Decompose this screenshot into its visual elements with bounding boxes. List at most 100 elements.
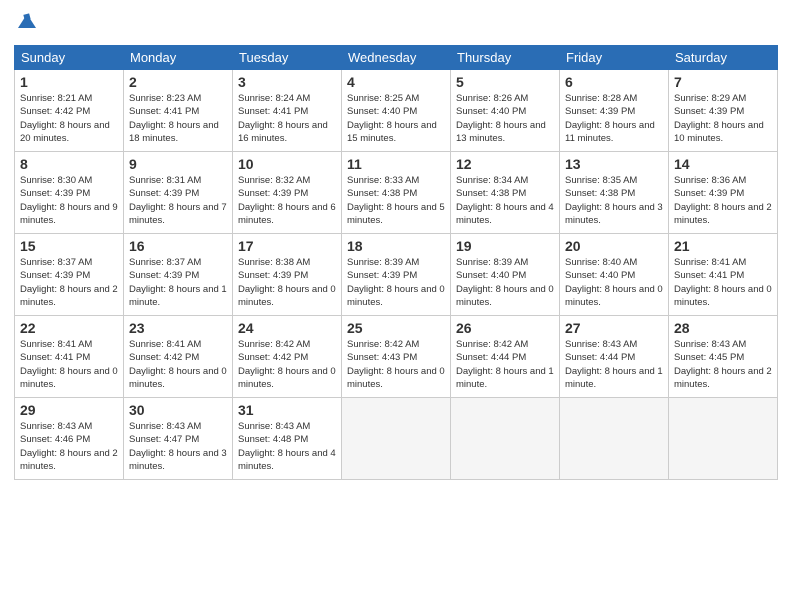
day-number: 17 [238, 238, 336, 254]
day-number: 25 [347, 320, 445, 336]
day-info: Sunrise: 8:42 AM Sunset: 4:43 PM Dayligh… [347, 338, 445, 391]
calendar-cell: 14 Sunrise: 8:36 AM Sunset: 4:39 PM Dayl… [669, 152, 778, 234]
calendar-week-3: 15 Sunrise: 8:37 AM Sunset: 4:39 PM Dayl… [15, 234, 778, 316]
day-info: Sunrise: 8:41 AM Sunset: 4:41 PM Dayligh… [20, 338, 118, 391]
calendar-week-2: 8 Sunrise: 8:30 AM Sunset: 4:39 PM Dayli… [15, 152, 778, 234]
calendar-cell: 4 Sunrise: 8:25 AM Sunset: 4:40 PM Dayli… [342, 70, 451, 152]
day-info: Sunrise: 8:30 AM Sunset: 4:39 PM Dayligh… [20, 174, 118, 227]
page: SundayMondayTuesdayWednesdayThursdayFrid… [0, 0, 792, 612]
calendar-cell [560, 398, 669, 480]
calendar-cell: 31 Sunrise: 8:43 AM Sunset: 4:48 PM Dayl… [233, 398, 342, 480]
day-info: Sunrise: 8:35 AM Sunset: 4:38 PM Dayligh… [565, 174, 663, 227]
day-number: 16 [129, 238, 227, 254]
day-info: Sunrise: 8:32 AM Sunset: 4:39 PM Dayligh… [238, 174, 336, 227]
calendar-cell: 6 Sunrise: 8:28 AM Sunset: 4:39 PM Dayli… [560, 70, 669, 152]
day-number: 18 [347, 238, 445, 254]
logo-text [14, 10, 38, 37]
calendar-cell [669, 398, 778, 480]
calendar-cell: 11 Sunrise: 8:33 AM Sunset: 4:38 PM Dayl… [342, 152, 451, 234]
calendar-week-5: 29 Sunrise: 8:43 AM Sunset: 4:46 PM Dayl… [15, 398, 778, 480]
calendar-cell: 28 Sunrise: 8:43 AM Sunset: 4:45 PM Dayl… [669, 316, 778, 398]
calendar-cell: 30 Sunrise: 8:43 AM Sunset: 4:47 PM Dayl… [124, 398, 233, 480]
day-number: 28 [674, 320, 772, 336]
day-number: 29 [20, 402, 118, 418]
day-number: 30 [129, 402, 227, 418]
calendar-cell: 16 Sunrise: 8:37 AM Sunset: 4:39 PM Dayl… [124, 234, 233, 316]
day-header-friday: Friday [560, 46, 669, 70]
calendar-cell: 25 Sunrise: 8:42 AM Sunset: 4:43 PM Dayl… [342, 316, 451, 398]
day-number: 2 [129, 74, 227, 90]
day-number: 23 [129, 320, 227, 336]
day-info: Sunrise: 8:39 AM Sunset: 4:39 PM Dayligh… [347, 256, 445, 309]
day-number: 1 [20, 74, 118, 90]
calendar-body: 1 Sunrise: 8:21 AM Sunset: 4:42 PM Dayli… [15, 70, 778, 480]
day-info: Sunrise: 8:43 AM Sunset: 4:44 PM Dayligh… [565, 338, 663, 391]
calendar-cell: 10 Sunrise: 8:32 AM Sunset: 4:39 PM Dayl… [233, 152, 342, 234]
calendar-cell: 21 Sunrise: 8:41 AM Sunset: 4:41 PM Dayl… [669, 234, 778, 316]
logo-icon [16, 10, 38, 32]
calendar-cell: 23 Sunrise: 8:41 AM Sunset: 4:42 PM Dayl… [124, 316, 233, 398]
calendar: SundayMondayTuesdayWednesdayThursdayFrid… [14, 45, 778, 480]
calendar-cell: 24 Sunrise: 8:42 AM Sunset: 4:42 PM Dayl… [233, 316, 342, 398]
calendar-cell: 22 Sunrise: 8:41 AM Sunset: 4:41 PM Dayl… [15, 316, 124, 398]
day-number: 8 [20, 156, 118, 172]
day-header-saturday: Saturday [669, 46, 778, 70]
calendar-cell: 13 Sunrise: 8:35 AM Sunset: 4:38 PM Dayl… [560, 152, 669, 234]
calendar-cell: 17 Sunrise: 8:38 AM Sunset: 4:39 PM Dayl… [233, 234, 342, 316]
day-info: Sunrise: 8:38 AM Sunset: 4:39 PM Dayligh… [238, 256, 336, 309]
calendar-cell: 26 Sunrise: 8:42 AM Sunset: 4:44 PM Dayl… [451, 316, 560, 398]
day-info: Sunrise: 8:42 AM Sunset: 4:44 PM Dayligh… [456, 338, 554, 391]
day-number: 22 [20, 320, 118, 336]
calendar-cell: 12 Sunrise: 8:34 AM Sunset: 4:38 PM Dayl… [451, 152, 560, 234]
calendar-cell: 3 Sunrise: 8:24 AM Sunset: 4:41 PM Dayli… [233, 70, 342, 152]
day-number: 31 [238, 402, 336, 418]
day-number: 12 [456, 156, 554, 172]
calendar-cell [451, 398, 560, 480]
day-header-thursday: Thursday [451, 46, 560, 70]
calendar-cell: 5 Sunrise: 8:26 AM Sunset: 4:40 PM Dayli… [451, 70, 560, 152]
day-info: Sunrise: 8:37 AM Sunset: 4:39 PM Dayligh… [129, 256, 227, 309]
day-info: Sunrise: 8:41 AM Sunset: 4:42 PM Dayligh… [129, 338, 227, 391]
day-number: 10 [238, 156, 336, 172]
day-number: 26 [456, 320, 554, 336]
day-header-tuesday: Tuesday [233, 46, 342, 70]
calendar-header-row: SundayMondayTuesdayWednesdayThursdayFrid… [15, 46, 778, 70]
day-info: Sunrise: 8:25 AM Sunset: 4:40 PM Dayligh… [347, 92, 445, 145]
calendar-cell: 9 Sunrise: 8:31 AM Sunset: 4:39 PM Dayli… [124, 152, 233, 234]
calendar-cell: 29 Sunrise: 8:43 AM Sunset: 4:46 PM Dayl… [15, 398, 124, 480]
day-number: 13 [565, 156, 663, 172]
day-info: Sunrise: 8:41 AM Sunset: 4:41 PM Dayligh… [674, 256, 772, 309]
calendar-cell: 18 Sunrise: 8:39 AM Sunset: 4:39 PM Dayl… [342, 234, 451, 316]
day-info: Sunrise: 8:43 AM Sunset: 4:45 PM Dayligh… [674, 338, 772, 391]
calendar-cell [342, 398, 451, 480]
day-number: 14 [674, 156, 772, 172]
day-info: Sunrise: 8:23 AM Sunset: 4:41 PM Dayligh… [129, 92, 227, 145]
calendar-cell: 8 Sunrise: 8:30 AM Sunset: 4:39 PM Dayli… [15, 152, 124, 234]
day-info: Sunrise: 8:39 AM Sunset: 4:40 PM Dayligh… [456, 256, 554, 309]
day-info: Sunrise: 8:40 AM Sunset: 4:40 PM Dayligh… [565, 256, 663, 309]
calendar-cell: 15 Sunrise: 8:37 AM Sunset: 4:39 PM Dayl… [15, 234, 124, 316]
day-info: Sunrise: 8:28 AM Sunset: 4:39 PM Dayligh… [565, 92, 663, 145]
day-number: 20 [565, 238, 663, 254]
day-info: Sunrise: 8:29 AM Sunset: 4:39 PM Dayligh… [674, 92, 772, 145]
day-info: Sunrise: 8:24 AM Sunset: 4:41 PM Dayligh… [238, 92, 336, 145]
calendar-cell: 2 Sunrise: 8:23 AM Sunset: 4:41 PM Dayli… [124, 70, 233, 152]
header [14, 10, 778, 37]
logo [14, 10, 38, 37]
day-number: 11 [347, 156, 445, 172]
day-info: Sunrise: 8:26 AM Sunset: 4:40 PM Dayligh… [456, 92, 554, 145]
day-info: Sunrise: 8:33 AM Sunset: 4:38 PM Dayligh… [347, 174, 445, 227]
day-number: 9 [129, 156, 227, 172]
day-info: Sunrise: 8:36 AM Sunset: 4:39 PM Dayligh… [674, 174, 772, 227]
day-number: 27 [565, 320, 663, 336]
day-info: Sunrise: 8:34 AM Sunset: 4:38 PM Dayligh… [456, 174, 554, 227]
calendar-week-4: 22 Sunrise: 8:41 AM Sunset: 4:41 PM Dayl… [15, 316, 778, 398]
day-header-wednesday: Wednesday [342, 46, 451, 70]
day-info: Sunrise: 8:42 AM Sunset: 4:42 PM Dayligh… [238, 338, 336, 391]
day-number: 15 [20, 238, 118, 254]
day-header-monday: Monday [124, 46, 233, 70]
day-info: Sunrise: 8:43 AM Sunset: 4:47 PM Dayligh… [129, 420, 227, 473]
calendar-week-1: 1 Sunrise: 8:21 AM Sunset: 4:42 PM Dayli… [15, 70, 778, 152]
day-number: 24 [238, 320, 336, 336]
day-number: 7 [674, 74, 772, 90]
